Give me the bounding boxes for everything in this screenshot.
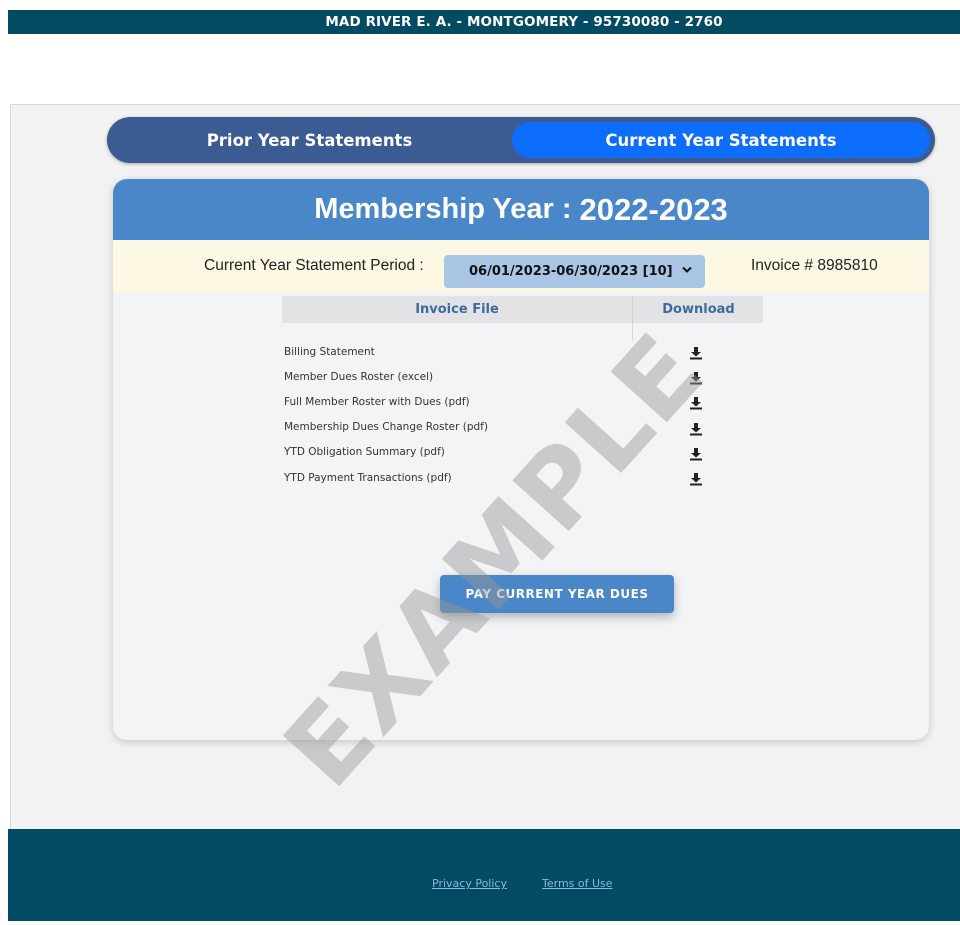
invoice-file-name: Member Dues Roster (excel) — [284, 370, 434, 383]
invoice-file-name: Full Member Roster with Dues (pdf) — [284, 395, 470, 408]
table-row: YTD Obligation Summary (pdf) — [284, 440, 764, 465]
invoice-file-name: YTD Obligation Summary (pdf) — [284, 446, 445, 459]
period-label: Current Year Statement Period : — [204, 257, 424, 274]
download-icon[interactable] — [689, 446, 703, 461]
invoice-number: Invoice # 8985810 — [751, 257, 878, 274]
invoice-file-name: Billing Statement — [284, 345, 375, 358]
terms-of-use-link[interactable]: Terms of Use — [542, 877, 613, 890]
tab-prior-year-statements[interactable]: Prior Year Statements — [107, 117, 512, 163]
statement-tabs: Prior Year Statements Current Year State… — [107, 117, 935, 163]
invoice-file-name: Membership Dues Change Roster (pdf) — [284, 421, 488, 434]
membership-card: Membership Year : 2022-2023 Current Year… — [113, 179, 929, 740]
header-title: MAD RIVER E. A. - MONTGOMERY - 95730080 … — [325, 14, 723, 30]
period-row: Current Year Statement Period : 06/01/20… — [113, 240, 929, 292]
table-row: YTD Payment Transactions (pdf) — [284, 465, 764, 490]
chevron-down-icon — [682, 263, 692, 277]
table-row: Full Member Roster with Dues (pdf) — [284, 389, 764, 414]
invoice-file-name: YTD Payment Transactions (pdf) — [284, 471, 452, 484]
table-row: Billing Statement — [284, 339, 764, 364]
column-header-invoice-file: Invoice File — [415, 302, 499, 317]
download-icon[interactable] — [689, 471, 703, 486]
footer: Privacy Policy Terms of Use — [8, 829, 960, 921]
table-row: Member Dues Roster (excel) — [284, 364, 764, 389]
membership-year: 2022-2023 — [579, 191, 728, 227]
card-header: Membership Year : 2022-2023 — [113, 179, 929, 240]
top-header-bar: MAD RIVER E. A. - MONTGOMERY - 95730080 … — [8, 10, 960, 34]
card-title-prefix: Membership Year : — [314, 193, 572, 225]
download-icon[interactable] — [689, 421, 703, 436]
download-icon[interactable] — [689, 370, 703, 385]
download-icon[interactable] — [689, 345, 703, 360]
table-row: Membership Dues Change Roster (pdf) — [284, 415, 764, 440]
invoice-file-list: Billing Statement Member Dues Roster (ex… — [284, 339, 764, 490]
tab-current-year-statements[interactable]: Current Year Statements — [512, 122, 930, 158]
period-select[interactable]: 06/01/2023-06/30/2023 [10] — [444, 255, 705, 288]
privacy-policy-link[interactable]: Privacy Policy — [432, 877, 507, 890]
column-header-download: Download — [632, 296, 764, 323]
table-header: Invoice File Download — [282, 296, 763, 323]
download-icon[interactable] — [689, 395, 703, 410]
pay-current-year-dues-button[interactable]: PAY CURRENT YEAR DUES — [440, 575, 674, 613]
period-select-value: 06/01/2023-06/30/2023 [10] — [469, 264, 673, 279]
